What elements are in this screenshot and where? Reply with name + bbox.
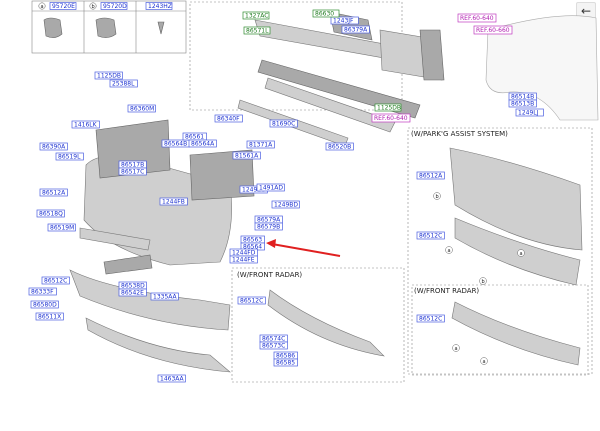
label-86579B[interactable]: 86579B — [257, 224, 280, 231]
label-86519L[interactable]: 86519L — [58, 154, 81, 161]
svg-text:b: b — [482, 279, 485, 285]
label-86360M[interactable]: 86360M — [130, 106, 154, 113]
label-86512C[interactable]: 86512C — [419, 233, 442, 240]
label-25388L[interactable]: 25388L — [112, 81, 135, 88]
svg-text:a: a — [520, 251, 523, 257]
label-81561A[interactable]: 81561A — [235, 153, 259, 160]
label-86579A[interactable]: 86579A — [257, 217, 281, 224]
label-1244FB[interactable]: 1244FB — [162, 199, 185, 206]
kit-label-95720E[interactable]: 95720E — [52, 3, 75, 10]
label-1335AA[interactable]: 1335AA — [153, 294, 178, 301]
lower-bumper — [69, 254, 231, 373]
label-86512C[interactable]: 86512C — [419, 316, 442, 323]
label-1243JF[interactable]: 1243JF — [333, 18, 354, 25]
parking-sensor-a-icon — [43, 17, 63, 38]
label-86564B[interactable]: 86564B — [164, 141, 187, 148]
label-86519M[interactable]: 86519M — [50, 225, 74, 232]
label-86518Q[interactable]: 86518Q — [39, 211, 63, 218]
label-86561[interactable]: 86561 — [185, 134, 204, 141]
parts-diagram: a b 95720E 95720D 1243HZ (W/FRONT RADAR)… — [28, 0, 599, 383]
label-86564A[interactable]: 86564A — [191, 141, 215, 148]
svg-text:a: a — [448, 248, 451, 254]
label-86520B[interactable]: 86520B — [328, 144, 351, 151]
parking-sensor-b-icon — [95, 17, 117, 38]
label-1249BD[interactable]: 1249BD — [274, 202, 298, 209]
svg-text:a: a — [483, 359, 486, 365]
label-1125DB-b[interactable]: 1125DB — [377, 105, 401, 112]
kit-letter-b: b — [92, 4, 95, 10]
kit-table: a b 95720E 95720D 1243HZ — [31, 0, 187, 54]
park-assist-title: (W/PARK'G ASSIST SYSTEM) — [411, 130, 508, 138]
label-86511X[interactable]: 86511X — [38, 314, 61, 321]
label-86512A[interactable]: 86512A — [419, 173, 443, 180]
kit-label-95720D[interactable]: 95720D — [103, 3, 127, 10]
label-86517B[interactable]: 86517B — [121, 162, 144, 169]
label-1125DB[interactable]: 1125DB — [97, 73, 121, 80]
kit-letter-a: a — [41, 4, 44, 10]
label-1491AD[interactable]: 1491AD — [259, 185, 283, 192]
ref-label-3[interactable]: REF.60-640 — [374, 115, 408, 122]
label-86333F[interactable]: 86333F — [31, 289, 54, 296]
label-81690C[interactable]: 81690C — [272, 121, 295, 128]
label-86538D[interactable]: 86538D — [121, 283, 145, 290]
label-86513B[interactable]: 86513B — [511, 101, 534, 108]
label-86630[interactable]: 86630 — [315, 11, 334, 18]
svg-text:b: b — [436, 194, 439, 200]
label-86574C[interactable]: 86574C — [262, 336, 285, 343]
label-1249LJ[interactable]: 1249LJ — [518, 110, 539, 117]
label-86585[interactable]: 86585 — [276, 360, 295, 367]
label-86542E[interactable]: 86542E — [121, 290, 144, 297]
radar-lower-bumper-2 — [451, 301, 581, 366]
label-1244FE[interactable]: 1244FE — [232, 257, 255, 264]
kit-label-1243HZ[interactable]: 1243HZ — [148, 3, 172, 10]
label-86512C[interactable]: 86512C — [240, 298, 263, 305]
label-1244FD[interactable]: 1244FD — [232, 250, 256, 257]
front-radar-title: (W/FRONT RADAR) — [237, 271, 302, 279]
label-86586[interactable]: 86586 — [276, 353, 295, 360]
ref-label-2[interactable]: REF.60-660 — [476, 27, 510, 34]
front-radar-title-2: (W/FRONT RADAR) — [414, 287, 479, 295]
label-86512C[interactable]: 86512C — [44, 278, 67, 285]
label-86390A[interactable]: 86390A — [42, 144, 66, 151]
label-86573C[interactable]: 86573C — [262, 343, 285, 350]
label-86340F[interactable]: 86340F — [217, 116, 240, 123]
label-1327AC[interactable]: 1327AC — [245, 13, 268, 20]
label-86512A[interactable]: 86512A — [42, 190, 66, 197]
label-86514B[interactable]: 86514B — [511, 94, 534, 101]
highlight-arrow — [266, 239, 341, 257]
label-1463AA[interactable]: 1463AA — [160, 376, 185, 383]
label-81371A[interactable]: 81371A — [249, 142, 273, 149]
label-1416LK[interactable]: 1416LK — [74, 122, 98, 129]
label-86580D[interactable]: 86580D — [33, 302, 57, 309]
label-86571L[interactable]: 86571L — [246, 28, 269, 35]
svg-text:a: a — [455, 346, 458, 352]
ref-label-1[interactable]: REF.60-640 — [460, 15, 494, 22]
label-86379A[interactable]: 86379A — [344, 27, 368, 34]
label-86517C[interactable]: 86517C — [121, 169, 144, 176]
label-86563[interactable]: 86563 — [243, 237, 262, 244]
